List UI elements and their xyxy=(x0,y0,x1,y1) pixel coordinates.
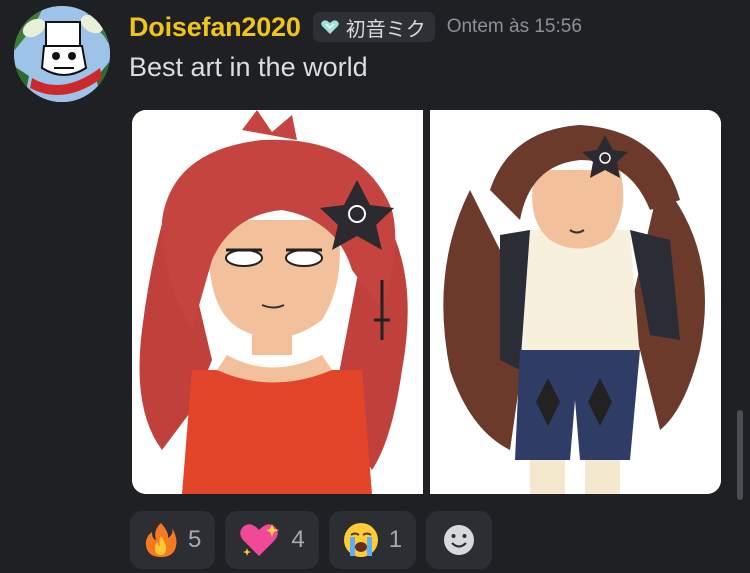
sparkling-heart-icon xyxy=(240,524,280,556)
heart-gem-icon xyxy=(320,20,339,34)
scrollbar[interactable] xyxy=(737,410,743,500)
reaction-sparkling-heart[interactable]: 4 xyxy=(225,511,319,569)
smiley-icon xyxy=(444,525,475,555)
attachment-image-right[interactable] xyxy=(430,110,721,494)
reaction-count: 4 xyxy=(291,526,305,553)
user-tag[interactable]: 初音ミク xyxy=(312,12,435,42)
user-tag-label: 初音ミク xyxy=(345,18,426,41)
reactions-bar: 5 4 1 xyxy=(130,511,493,569)
add-reaction-button[interactable] xyxy=(426,511,493,569)
timestamp: Ontem às 15:56 xyxy=(446,16,582,37)
drawing-red-hair-icon xyxy=(132,110,423,494)
avatar[interactable] xyxy=(14,6,110,102)
attachment-gallery xyxy=(132,110,722,496)
reaction-count: 1 xyxy=(388,526,403,553)
message-text: Best art in the world xyxy=(129,52,368,82)
drawing-brown-hair-icon xyxy=(430,110,721,494)
reaction-loudly-crying[interactable]: 1 xyxy=(328,511,417,569)
reaction-fire[interactable]: 5 xyxy=(130,511,216,569)
avatar-image xyxy=(14,6,110,102)
reaction-count: 5 xyxy=(188,526,202,553)
fire-icon xyxy=(145,523,177,557)
loudly-crying-face-icon xyxy=(343,523,378,557)
username[interactable]: Doisefan2020 xyxy=(129,12,301,43)
attachment-image-left[interactable] xyxy=(132,110,423,494)
message-header: Doisefan2020 初音ミク Ontem às 15:56 xyxy=(129,10,582,44)
